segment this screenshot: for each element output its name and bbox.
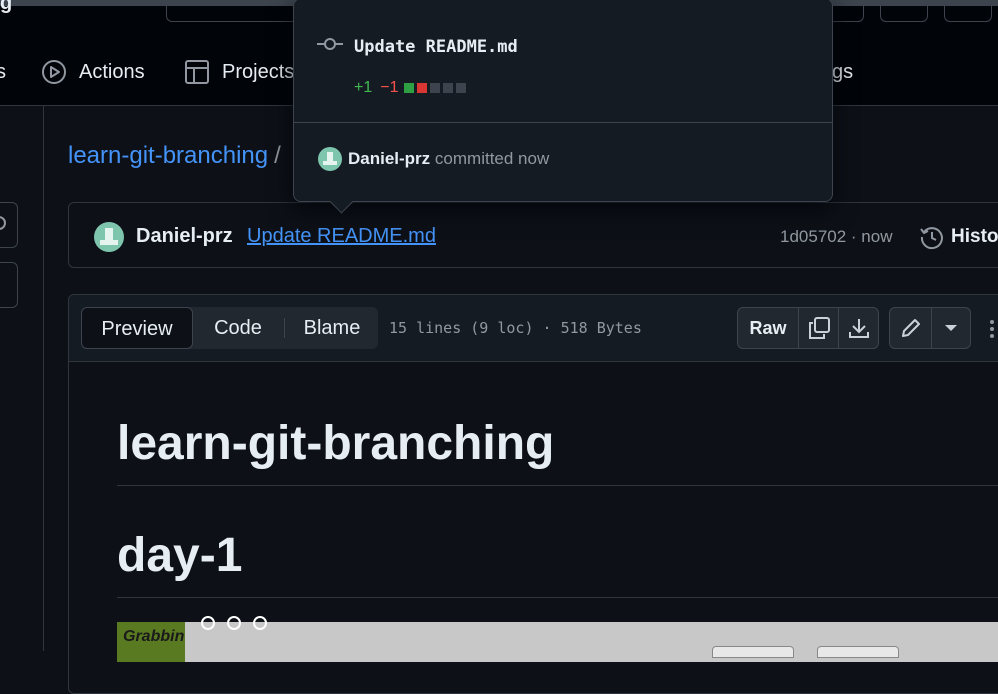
history-icon (920, 227, 943, 250)
download-icon (848, 319, 869, 338)
avatar[interactable] (94, 222, 124, 252)
table-icon (185, 60, 209, 84)
tab-code[interactable]: Code (199, 307, 277, 349)
embed-caption: Grabbin (123, 628, 185, 645)
hovercard-author-line: Daniel-prz committed now (348, 149, 549, 169)
view-mode-segmented-control: Preview Code Blame (81, 307, 378, 349)
tab-label: s (0, 60, 6, 83)
diffstat: +1 −1 (354, 79, 466, 97)
tab-actions[interactable]: Actions (41, 52, 145, 92)
window-dot (201, 616, 215, 630)
breadcrumb-separator: / (274, 142, 281, 169)
segment-divider (284, 318, 285, 338)
inbox-button[interactable] (944, 0, 992, 22)
diffstat-block-neutral (455, 83, 466, 93)
copy-icon (808, 317, 830, 339)
additions-count: +1 (354, 79, 373, 96)
diffstat-block-removed (416, 83, 427, 93)
pull-requests-button[interactable] (880, 0, 928, 22)
git-commit-icon (317, 38, 343, 50)
edit-dropdown-button[interactable] (931, 308, 970, 348)
file-info: 15 lines (9 loc) · 518 Bytes (389, 319, 642, 337)
commit-sha-time[interactable]: 1d05702 · now (780, 227, 892, 247)
tab-preview[interactable]: Preview (81, 307, 193, 349)
heading-rule (117, 597, 998, 598)
hovercard-committed-text: committed now (434, 149, 550, 168)
play-circle-icon (42, 60, 66, 84)
header-title-fragment[interactable]: g (0, 0, 12, 15)
deletions-count: −1 (380, 79, 399, 96)
history-label: History (951, 226, 998, 247)
search-input[interactable] (166, 0, 308, 22)
diffstat-block-neutral (442, 83, 453, 93)
edit-actions-group (889, 307, 971, 349)
embed-tab (712, 646, 794, 658)
tab-label: gs (832, 60, 854, 83)
tab-label: Actions (79, 60, 145, 83)
tab-settings[interactable]: gs (832, 52, 853, 92)
kebab-icon[interactable] (989, 319, 995, 339)
history-button[interactable]: History (919, 224, 998, 250)
readme-heading-day: day-1 (117, 529, 243, 582)
tab-blame[interactable]: Blame (291, 307, 373, 349)
embed-tab (817, 646, 899, 658)
hovercard-divider (294, 122, 832, 123)
diffstat-block-added (403, 83, 414, 93)
window-dot (227, 616, 241, 630)
file-actions-group: Raw (737, 307, 879, 349)
readme-heading-title: learn-git-branching (117, 417, 555, 470)
commit-message-link[interactable]: Update README.md (247, 225, 436, 248)
avatar[interactable] (318, 147, 342, 171)
heading-rule (117, 485, 998, 486)
file-tree-sidebar (0, 106, 44, 651)
tab-label: Projects (222, 60, 295, 83)
file-header: Preview Code Blame 15 lines (9 loc) · 51… (69, 295, 998, 362)
go-to-file-button[interactable] (0, 262, 18, 308)
window-dot (253, 616, 267, 630)
download-button[interactable] (838, 308, 878, 348)
hovercard-author-link[interactable]: Daniel-prz (348, 149, 430, 168)
commit-author-link[interactable]: Daniel-prz (136, 225, 233, 248)
hovercard-commit-title[interactable]: Update README.md (354, 37, 518, 57)
triangle-down-icon (945, 325, 957, 331)
breadcrumb-repo-link[interactable]: learn-git-branching (68, 142, 268, 169)
raw-button[interactable]: Raw (738, 308, 798, 348)
pencil-icon (901, 319, 920, 337)
tab-projects[interactable]: Projects (184, 52, 294, 92)
readme-embedded-image: Grabbin (117, 616, 998, 662)
copy-button[interactable] (798, 308, 838, 348)
breadcrumb: learn-git-branching / (68, 142, 281, 170)
latest-commit-bar: Daniel-prz Update README.md 1d05702 · no… (68, 202, 998, 268)
tab-pull-requests[interactable]: s (0, 52, 6, 92)
commit-hovercard: Update README.md +1 −1 Daniel-prz commit… (293, 0, 833, 214)
search-files-button[interactable] (0, 202, 18, 248)
search-icon (0, 216, 6, 230)
diffstat-block-neutral (429, 83, 440, 93)
edit-button[interactable] (890, 308, 931, 348)
